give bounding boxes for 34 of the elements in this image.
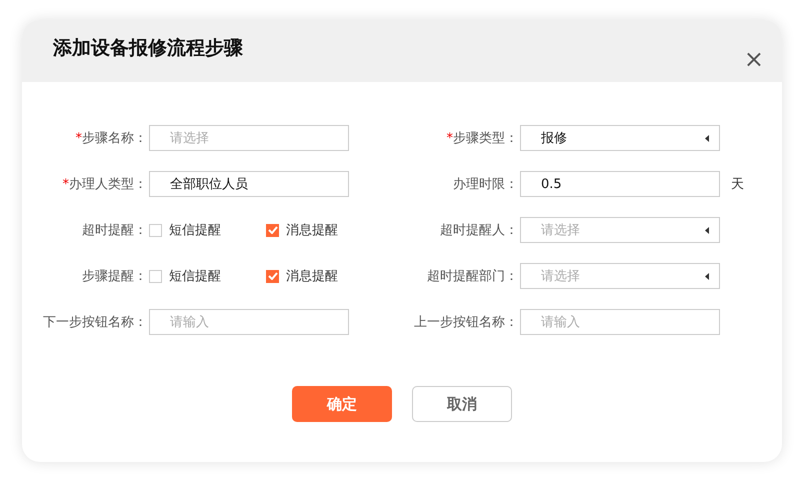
select-value: 请选择 xyxy=(541,222,580,239)
input-field[interactable]: 0.5 xyxy=(520,171,720,197)
input-field[interactable]: 请输入 xyxy=(520,309,720,335)
checkbox-label: 短信提醒 xyxy=(169,222,221,239)
caret-icon xyxy=(705,226,709,234)
checkbox[interactable] xyxy=(266,270,279,282)
field-label: 办理时限： xyxy=(452,176,519,193)
field-label: *步骤名称： xyxy=(74,130,148,147)
unit-label: 天 xyxy=(731,176,744,193)
input-field[interactable]: 请输入 xyxy=(149,309,349,335)
select-field[interactable]: 报修 xyxy=(520,125,720,151)
checkbox[interactable] xyxy=(266,224,279,236)
dialog-title: 添加设备报修流程步骤 xyxy=(53,36,243,61)
checkbox[interactable] xyxy=(149,270,162,282)
input-field[interactable]: 全部职位人员 xyxy=(149,171,349,197)
field-label: 超时提醒： xyxy=(81,222,148,239)
checkbox-label: 消息提醒 xyxy=(286,222,338,239)
field-label: *步骤类型： xyxy=(446,130,519,147)
select-value: 报修 xyxy=(541,130,567,147)
select-value: 请选择 xyxy=(541,268,580,285)
field-label: 上一步按钮名称： xyxy=(413,314,519,331)
checkbox-label: 消息提醒 xyxy=(286,268,338,285)
checkbox[interactable] xyxy=(149,224,162,236)
field-label: 步骤提醒： xyxy=(81,268,148,285)
close-button[interactable]: × xyxy=(740,47,768,71)
field-label: 超时提醒人： xyxy=(439,222,519,239)
caret-icon xyxy=(705,272,709,280)
checkbox-label: 短信提醒 xyxy=(169,268,221,285)
field-label: *办理人类型： xyxy=(62,176,148,193)
cancel-button[interactable]: 取消 xyxy=(412,386,512,422)
input-field[interactable]: 请选择 xyxy=(149,125,349,151)
field-label: 下一步按钮名称： xyxy=(42,314,148,331)
field-label: 超时提醒部门： xyxy=(426,268,519,285)
caret-icon xyxy=(705,134,709,142)
